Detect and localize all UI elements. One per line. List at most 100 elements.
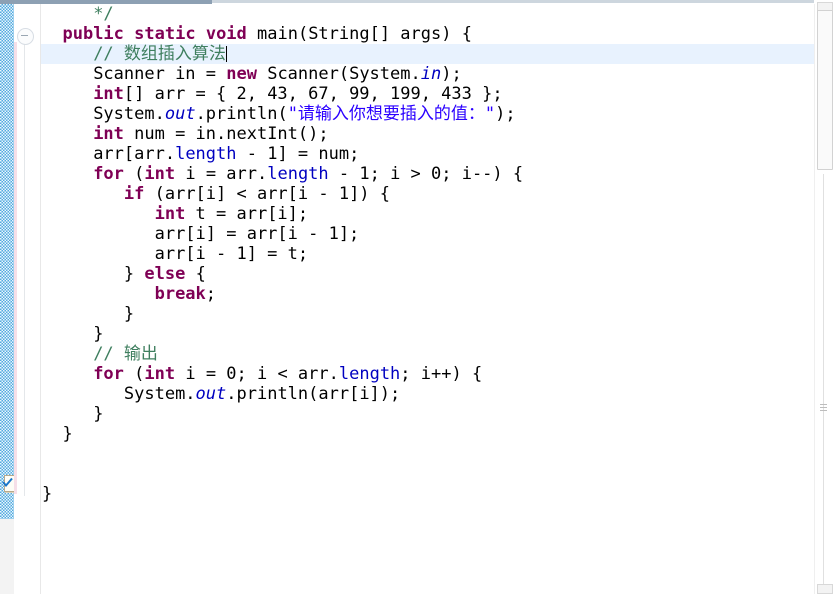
code-text-area[interactable]: */ public static void main(String[] args…: [41, 4, 814, 594]
code-line[interactable]: for (int i = 0; i < arr.length; i++) {: [41, 364, 814, 384]
code-token-cmt: // 数组插入算法: [93, 44, 226, 64]
code-token-plain: (arr[i] < arr[i - 1]) {: [144, 184, 391, 204]
code-token-cmt: // 输出: [93, 344, 158, 364]
code-token-plain: num = in.nextInt();: [123, 124, 329, 144]
code-token-plain: );: [495, 104, 516, 124]
code-line[interactable]: arr[i - 1] = t;: [41, 244, 814, 264]
code-token-statfld: in: [420, 64, 442, 84]
code-token-plain: arr[arr.: [93, 144, 176, 164]
code-token-kw: int: [144, 164, 176, 184]
code-line[interactable]: [41, 444, 814, 464]
code-token-cmt: */: [93, 4, 114, 24]
code-line[interactable]: arr[arr.length - 1] = num;: [41, 144, 814, 164]
code-line[interactable]: System.out.println("请输入你想要插入的值：");: [41, 104, 814, 124]
code-token-field: length: [338, 364, 401, 384]
code-token-plain: }: [62, 424, 73, 444]
code-token-plain: }: [93, 324, 104, 344]
editor-window: */ public static void main(String[] args…: [0, 0, 834, 594]
code-line[interactable]: }: [41, 484, 814, 504]
code-line[interactable]: // 数组插入算法: [41, 44, 814, 64]
code-line[interactable]: Scanner in = new Scanner(System.in);: [41, 64, 814, 84]
annotation-ruler[interactable]: [0, 4, 14, 519]
code-line[interactable]: public static void main(String[] args) {: [41, 24, 814, 44]
code-token-field: length: [267, 164, 329, 184]
code-line[interactable]: int num = in.nextInt();: [41, 124, 814, 144]
code-line[interactable]: int t = arr[i];: [41, 204, 814, 224]
code-token-kw: static: [134, 24, 196, 44]
code-line[interactable]: break;: [41, 284, 814, 304]
scroll-down-arrow-icon[interactable]: [817, 584, 833, 594]
code-token-kw: int: [93, 84, 124, 104]
code-line[interactable]: }: [41, 324, 814, 344]
code-token-statfld: out: [195, 384, 227, 404]
code-token-plain: System.: [93, 104, 165, 124]
collapse-minus-icon[interactable]: [17, 28, 34, 45]
code-line[interactable]: [41, 464, 814, 484]
scrollbar-grip-icon: [820, 404, 827, 413]
code-token-plain: - 1] = num;: [236, 144, 360, 164]
code-token-kw: int: [93, 124, 124, 144]
code-line[interactable]: */: [41, 4, 814, 24]
code-token-plain: }: [123, 264, 145, 284]
code-line[interactable]: }: [41, 424, 814, 444]
scrollbar-thumb[interactable]: [817, 10, 833, 170]
code-token-plain: }: [42, 484, 53, 504]
code-line[interactable]: if (arr[i] < arr[i - 1]) {: [41, 184, 814, 204]
code-token-plain: - 1; i > 0; i--) {: [328, 164, 524, 184]
code-line[interactable]: }: [41, 404, 814, 424]
code-line[interactable]: int[] arr = { 2, 43, 67, 99, 199, 433 };: [41, 84, 814, 104]
code-token-plain: }: [123, 304, 135, 324]
code-token-plain: Scanner in =: [93, 64, 227, 84]
code-token-kw: public: [62, 24, 124, 44]
tab-bar-divider: [212, 0, 814, 3]
code-token-plain: main(String[] args) {: [246, 24, 472, 44]
code-line[interactable]: } else {: [41, 264, 814, 284]
code-token-plain: System.: [123, 384, 196, 404]
code-line[interactable]: arr[i] = arr[i - 1];: [41, 224, 814, 244]
code-token-plain: (: [123, 164, 145, 184]
code-line[interactable]: for (int i = arr.length - 1; i > 0; i--)…: [41, 164, 814, 184]
code-token-kw: for: [93, 364, 124, 384]
code-token-kw: break: [154, 284, 206, 304]
code-token-plain: t = arr[i];: [185, 204, 309, 224]
code-token-plain: (: [123, 364, 145, 384]
code-token-plain: Scanner(System.: [256, 64, 421, 84]
code-token-kw: else: [144, 264, 186, 284]
code-token-plain: arr[i] = arr[i - 1];: [154, 224, 360, 244]
code-token-plain: .println(arr[i]);: [226, 384, 401, 404]
code-line[interactable]: System.out.println(arr[i]);: [41, 384, 814, 404]
code-token-plain: ; i++) {: [400, 364, 483, 384]
annotation-ruler-footer: [0, 519, 14, 594]
code-line[interactable]: // 输出: [41, 344, 814, 364]
code-token-plain: arr[i - 1] = t;: [154, 244, 309, 264]
code-line[interactable]: }: [41, 304, 814, 324]
code-token-plain: ;: [205, 284, 217, 304]
folding-gutter[interactable]: [14, 4, 41, 594]
code-token-kw: new: [226, 64, 257, 84]
code-token-kw: int: [144, 364, 176, 384]
vertical-scrollbar[interactable]: [814, 2, 834, 594]
code-token-kw: void: [205, 24, 247, 44]
changed-lines-indicator: [14, 42, 17, 494]
code-token-plain: i = 0; i < arr.: [175, 364, 339, 384]
code-token-field: length: [175, 144, 237, 164]
code-token-kw: if: [123, 184, 145, 204]
fold-range-line: [24, 44, 25, 496]
code-token-plain: }: [93, 404, 104, 424]
